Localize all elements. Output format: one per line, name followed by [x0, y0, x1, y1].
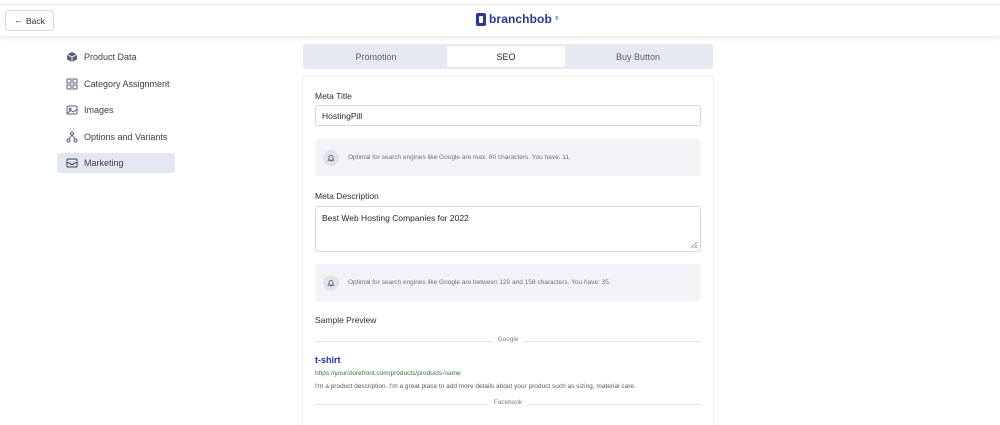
meta-title-input[interactable]: HostingPill — [315, 105, 701, 126]
back-button-label: Back — [26, 15, 45, 26]
meta-description-hint-text: Optimal for search engines like Google a… — [348, 279, 611, 286]
sidebar-item-images[interactable]: Images — [57, 100, 175, 120]
variants-icon — [66, 131, 78, 143]
sample-preview-title: Sample Preview — [315, 315, 377, 325]
grid-icon — [66, 78, 78, 90]
google-preview-url: https://yourstorefront.com/products/prod… — [315, 370, 461, 377]
meta-title-hint: Optimal for search engines like Google a… — [315, 139, 701, 176]
inbox-icon — [66, 157, 78, 169]
facebook-divider-label: Facebook — [488, 399, 528, 406]
meta-description-hint: Optimal for search engines like Google a… — [315, 264, 701, 301]
box-icon — [66, 51, 78, 63]
arrow-left-icon: ← — [14, 15, 23, 25]
bell-icon — [323, 274, 339, 291]
google-divider: Google — [315, 336, 701, 343]
sidebar-item-label: Product Data — [84, 52, 137, 62]
image-icon — [66, 104, 78, 116]
tab-buy-button[interactable]: Buy Button — [565, 46, 711, 67]
brand-registered-mark: ® — [554, 16, 559, 22]
tab-seo[interactable]: SEO — [447, 46, 565, 67]
sidebar-nav: Product Data Category Assignment Images … — [57, 47, 175, 180]
resize-handle-icon[interactable] — [689, 240, 698, 249]
tab-promotion[interactable]: Promotion — [305, 46, 447, 67]
meta-description-label: Meta Description — [315, 191, 379, 201]
top-bar: ← Back branchbob ® — [0, 4, 1000, 36]
facebook-divider: Facebook — [315, 399, 701, 406]
google-divider-label: Google — [492, 336, 524, 343]
branchbob-logo-icon — [476, 12, 486, 26]
meta-title-hint-text: Optimal for search engines like Google a… — [348, 154, 571, 161]
brand-name: branchbob — [489, 12, 552, 26]
seo-panel: Meta Title HostingPill Optimal for searc… — [303, 77, 713, 425]
bell-icon — [323, 149, 339, 166]
marketing-tabs: Promotion SEO Buy Button — [303, 44, 713, 69]
meta-description-value: Best Web Hosting Companies for 2022 — [322, 213, 469, 223]
sidebar-item-label: Options and Variants — [84, 131, 168, 142]
meta-description-textarea[interactable]: Best Web Hosting Companies for 2022 — [315, 206, 701, 252]
google-preview-description: I'm a product description. I'm a great p… — [315, 383, 636, 390]
google-preview-title: t-shirt — [315, 355, 341, 365]
brand-logo[interactable]: branchbob ® — [476, 12, 559, 26]
sidebar-item-category-assignment[interactable]: Category Assignment — [57, 74, 175, 94]
sidebar-item-marketing[interactable]: Marketing — [57, 153, 175, 173]
sidebar-item-product-data[interactable]: Product Data — [57, 47, 175, 67]
back-button[interactable]: ← Back — [5, 10, 54, 31]
meta-title-label: Meta Title — [315, 91, 352, 101]
sidebar-item-label: Marketing — [84, 158, 124, 168]
sidebar-item-options-and-variants[interactable]: Options and Variants — [57, 127, 175, 147]
sidebar-item-label: Category Assignment — [84, 78, 170, 89]
sidebar-item-label: Images — [84, 105, 114, 115]
